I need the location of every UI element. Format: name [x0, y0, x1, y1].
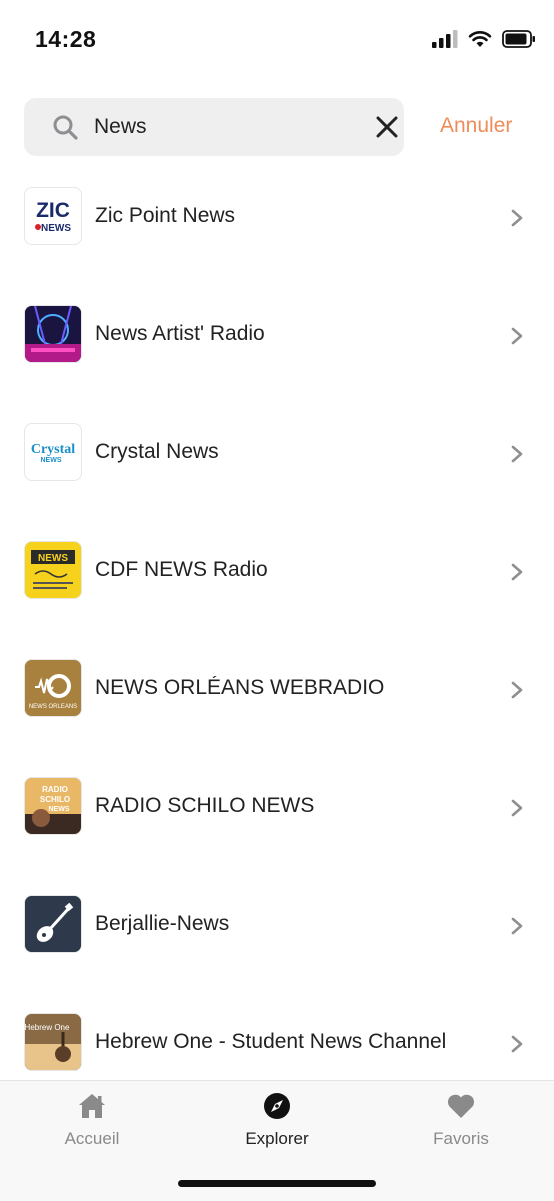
cancel-button[interactable]: Annuler [440, 114, 512, 138]
svg-text:RADIO: RADIO [42, 785, 68, 794]
wifi-icon [468, 31, 492, 47]
station-name: Zic Point News [95, 204, 236, 227]
svg-text:NEWS: NEWS [41, 223, 71, 234]
search-input[interactable] [94, 98, 354, 156]
station-logo: Hebrew One [24, 1013, 82, 1071]
list-item-news-orleans-webradio[interactable]: NEWS ORLEANS NEWS ORLÉANS WEBRADIO [0, 630, 554, 748]
compass-icon [264, 1093, 290, 1119]
station-name: Hebrew One - Student News Channel [95, 1030, 447, 1053]
station-logo: NEWS ORLEANS [24, 659, 82, 717]
tab-accueil[interactable]: Accueil [27, 1091, 157, 1149]
station-logo [24, 895, 82, 953]
station-logo: NEWS [24, 541, 82, 599]
chevron-right-icon [511, 1035, 523, 1053]
battery-icon [502, 30, 535, 48]
station-name: CDF NEWS Radio [95, 558, 268, 581]
search-row: Annuler [0, 98, 554, 158]
svg-text:NEWS ORLEANS: NEWS ORLEANS [29, 704, 77, 710]
search-icon [53, 115, 78, 140]
station-name: Berjallie-News [95, 912, 230, 935]
clear-search-icon[interactable] [374, 114, 400, 140]
list-item-crystal-news[interactable]: Crystal NEWS Crystal News [0, 394, 554, 512]
station-name: News Artist' Radio [95, 322, 265, 345]
station-logo: RADIO SCHILO NEWS [24, 777, 82, 835]
search-box[interactable] [24, 98, 404, 156]
station-logo [24, 305, 82, 363]
home-indicator [178, 1180, 376, 1187]
station-logo: ZIC NEWS [24, 187, 82, 245]
tab-label: Accueil [64, 1129, 120, 1148]
chevron-right-icon [511, 445, 523, 463]
status-bar: 14:28 [0, 0, 554, 80]
tab-explorer[interactable]: Explorer [212, 1091, 342, 1149]
signal-icon [432, 30, 458, 48]
svg-text:NEWS: NEWS [41, 457, 62, 464]
heart-icon [447, 1094, 475, 1118]
chevron-right-icon [511, 681, 523, 699]
list-item-cdf-news-radio[interactable]: NEWS CDF NEWS Radio [0, 512, 554, 630]
station-name: NEWS ORLÉANS WEBRADIO [95, 676, 385, 699]
svg-text:ZIC: ZIC [36, 199, 70, 222]
list-item-berjallie-news[interactable]: Berjallie-News [0, 866, 554, 984]
tab-label: Favoris [433, 1129, 489, 1148]
list-item-zic-point-news[interactable]: ZIC NEWS Zic Point News [0, 158, 554, 276]
list-item-radio-schilo-news[interactable]: RADIO SCHILO NEWS RADIO SCHILO NEWS [0, 748, 554, 866]
svg-text:Hebrew One: Hebrew One [25, 1023, 70, 1032]
tab-label: Explorer [245, 1129, 309, 1148]
station-logo: Crystal NEWS [24, 423, 82, 481]
list-item-news-artist-radio[interactable]: News Artist' Radio [0, 276, 554, 394]
chevron-right-icon [511, 563, 523, 581]
svg-text:NEWS: NEWS [38, 553, 68, 564]
chevron-right-icon [511, 799, 523, 817]
status-icons [432, 30, 536, 48]
status-time: 14:28 [35, 26, 97, 52]
svg-text:NEWS: NEWS [49, 806, 70, 813]
chevron-right-icon [511, 327, 523, 345]
home-icon [79, 1094, 105, 1118]
tab-favoris[interactable]: Favoris [396, 1091, 526, 1149]
chevron-right-icon [511, 209, 523, 227]
svg-text:SCHILO: SCHILO [40, 795, 70, 804]
chevron-right-icon [511, 917, 523, 935]
station-name: RADIO SCHILO NEWS [95, 794, 315, 817]
station-name: Crystal News [95, 440, 219, 463]
svg-text:Crystal: Crystal [31, 442, 75, 457]
